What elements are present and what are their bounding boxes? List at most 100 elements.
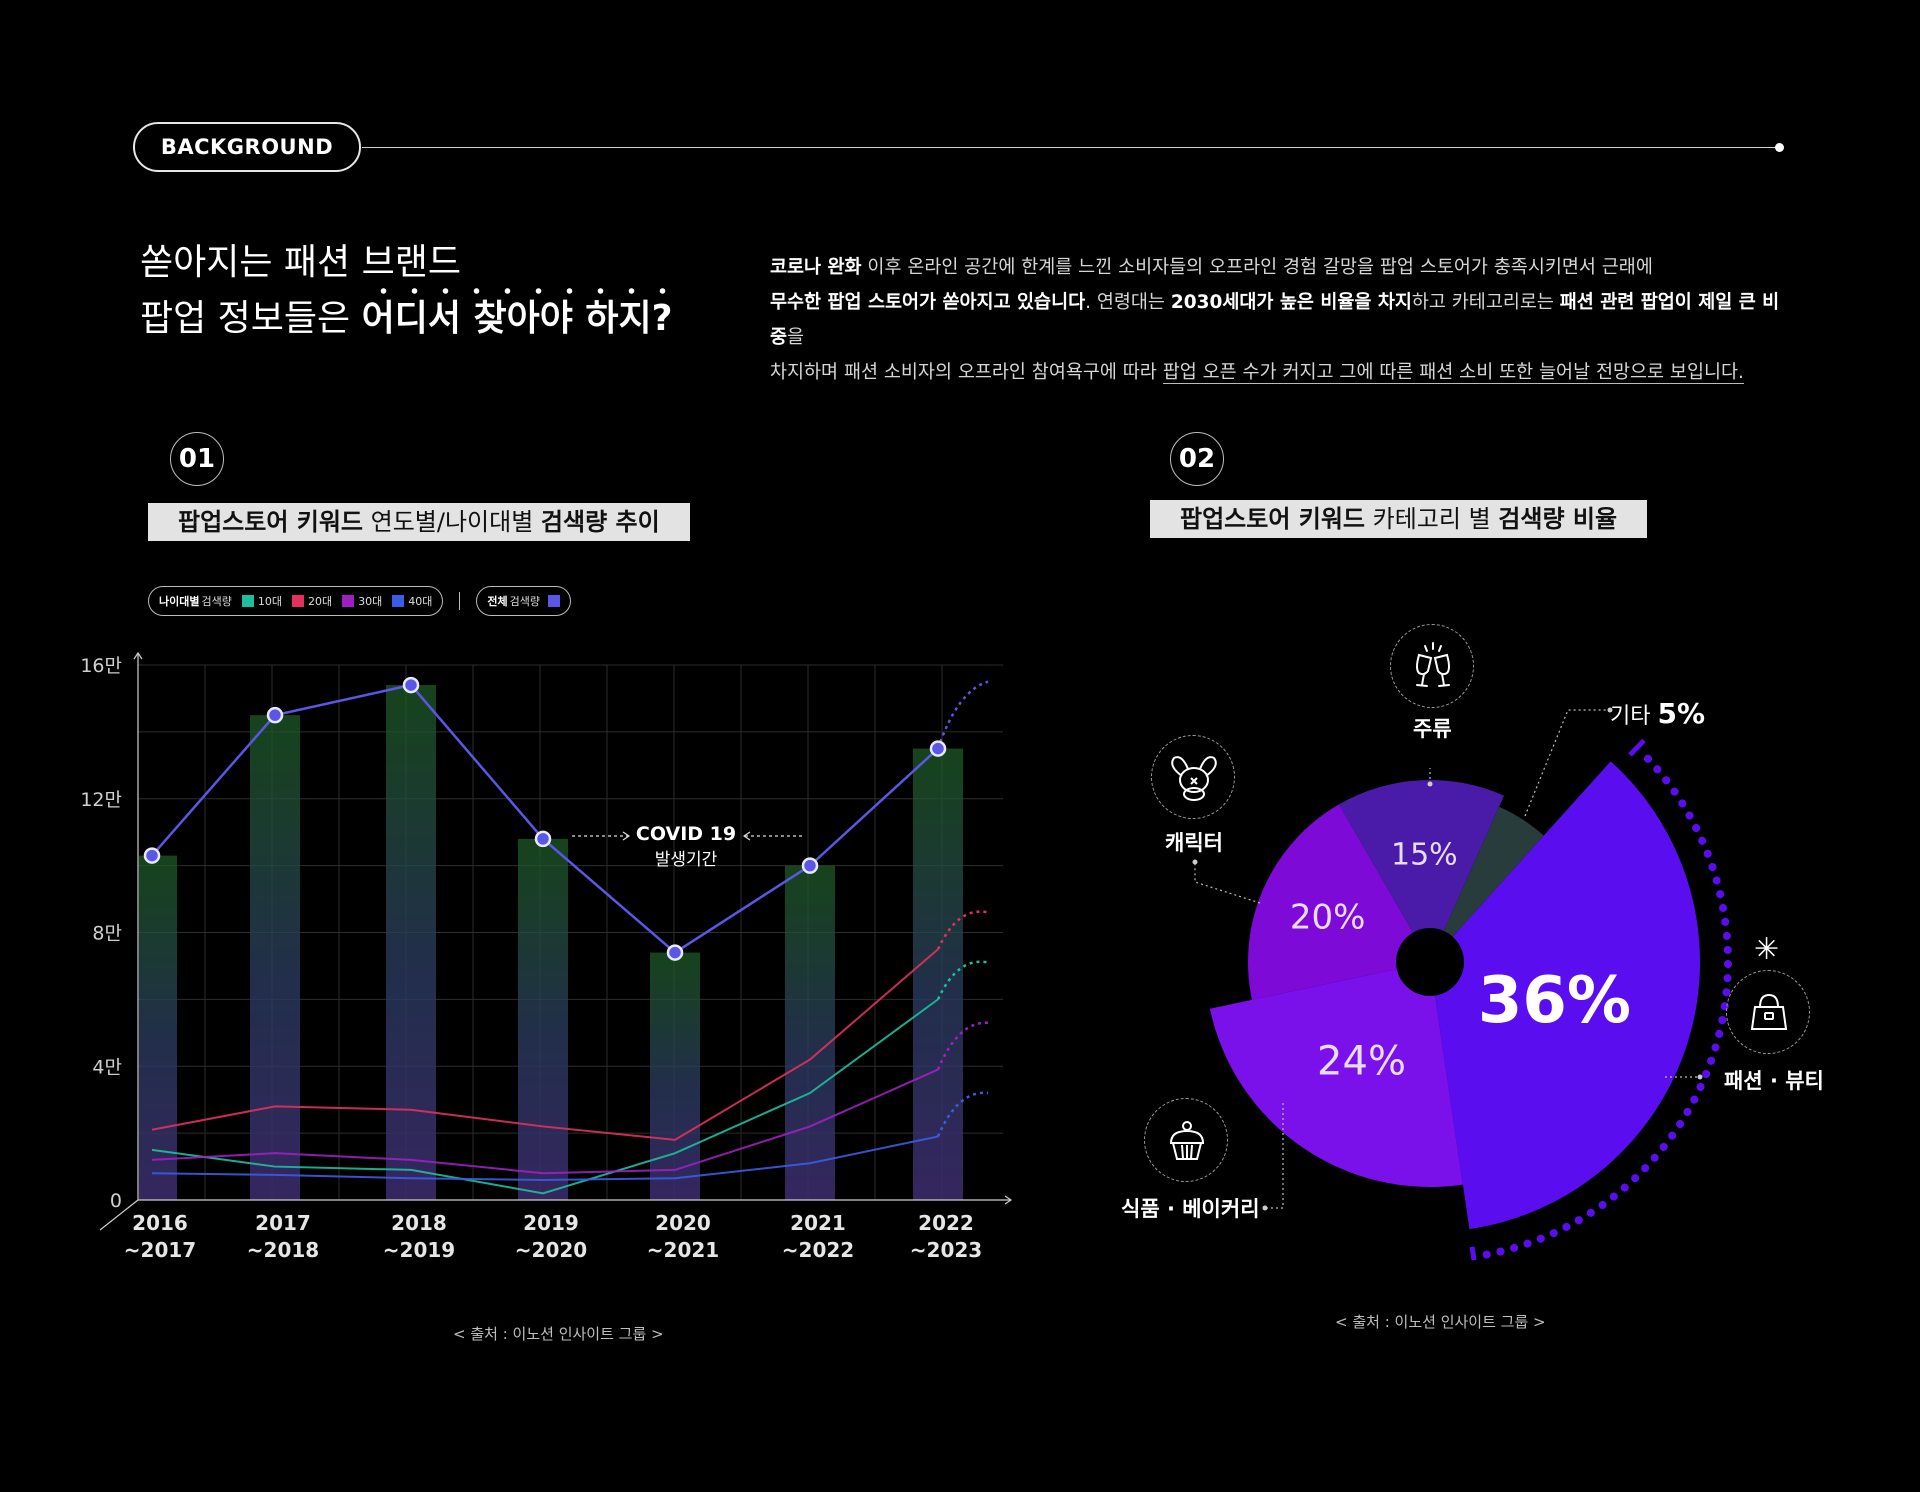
label-character: 캐릭터 xyxy=(1165,831,1223,855)
x-tick-label-sub: ~2020 xyxy=(515,1238,587,1262)
wine-glasses-glyph xyxy=(1416,642,1450,687)
wine-glasses-icon xyxy=(1390,624,1474,708)
section2-number: 02 xyxy=(1170,432,1224,486)
desc-text-4: 을 xyxy=(787,327,805,348)
legend-separator xyxy=(459,592,461,610)
total-point xyxy=(143,847,161,864)
headline-emphasis: 어디서 찾아야 하지? xyxy=(361,288,673,339)
legend-swatch-40s xyxy=(392,595,405,607)
leader-dot-character xyxy=(1192,859,1198,865)
covid-line2: 발생기간 xyxy=(655,850,718,870)
s2-title-text: 카테고리 별 xyxy=(1365,505,1499,533)
x-tick-label: 2020 xyxy=(655,1211,711,1235)
total-bar xyxy=(650,952,700,1200)
bunny-glyph xyxy=(1171,756,1217,801)
legend-swatch-teen xyxy=(241,595,254,607)
headline-line2: 팝업 정보들은 어디서 찾아야 하지? xyxy=(140,288,673,347)
chart-bars xyxy=(139,685,963,1200)
handbag-glyph xyxy=(1750,993,1788,1030)
headline-line1: 쏟아지는 패션 브랜드 xyxy=(140,242,461,283)
legend-40s: 40대 xyxy=(408,595,433,608)
header-rule xyxy=(362,147,1780,148)
chart-legend: 나이대별 검색량 10대 20대 30대 40대 전체 검색량 xyxy=(148,586,571,616)
line-chart: 0 4만 8만 12만 16만 2016 ~2017 2017 ~2018 2018 ~2019 20… xyxy=(80,651,1013,1262)
legend-teen: 10대 xyxy=(257,595,282,608)
headline: 쏟아지는 패션 브랜드 팝업 정보들은 어디서 찾아야 하지? xyxy=(140,235,673,347)
legend-age-bold: 나이대별 xyxy=(159,595,200,608)
legend-swatch-30s xyxy=(342,595,355,607)
total-bar xyxy=(250,715,300,1200)
pct-fashion: 36% xyxy=(1478,964,1631,1038)
total-point xyxy=(801,857,819,874)
pct-food: 24% xyxy=(1317,1039,1406,1085)
x-tick-label-sub: ~2021 xyxy=(647,1238,719,1262)
description: 코로나 완화 이후 온라인 공간에 한계를 느낀 소비자들의 오프라인 경험 갈… xyxy=(770,250,1790,390)
y-tick-label: 4만 xyxy=(92,1056,122,1078)
x-tick-label-sub: ~2017 xyxy=(124,1238,196,1262)
series-projection xyxy=(936,680,989,749)
x-tick-label: 2017 xyxy=(255,1211,311,1235)
desc-bold-3: 2030세대가 높은 비율을 차지 xyxy=(1170,292,1412,313)
leader-dot-liquor xyxy=(1427,781,1433,787)
sparkle-icon: ✳ xyxy=(1754,932,1780,967)
legend-swatch-total xyxy=(547,595,560,607)
bunny-icon xyxy=(1151,735,1235,819)
y-tick-label: 12만 xyxy=(80,789,122,811)
s1-title-bold1: 팝업스토어 키워드 xyxy=(178,508,363,536)
section2-title: 팝업스토어 키워드 카테고리 별 검색량 비율 xyxy=(1150,500,1648,538)
total-point xyxy=(534,830,552,848)
pie-center-hole xyxy=(1396,928,1464,996)
section1-number: 01 xyxy=(170,432,224,486)
x-tick-label-sub: ~2022 xyxy=(782,1238,854,1262)
label-food: 식품 · 베이커리 xyxy=(1121,1197,1260,1221)
desc-text-5: 차지하며 패션 소비자의 오프라인 참여욕구에 따라 xyxy=(770,362,1163,383)
pct-liquor: 15% xyxy=(1391,838,1458,873)
covid-line1: COVID 19 xyxy=(636,823,736,845)
y-tick-label: 8만 xyxy=(92,923,122,945)
headline-line2-bold: 어디서 찾아야 하지? xyxy=(361,298,673,339)
desc-text-1: 이후 온라인 공간에 한계를 느낀 소비자들의 오프라인 경험 갈망을 팝업 스… xyxy=(861,257,1653,278)
s2-title-bold1: 팝업스토어 키워드 xyxy=(1180,505,1365,533)
desc-line1: 코로나 완화 이후 온라인 공간에 한계를 느낀 소비자들의 오프라인 경험 갈… xyxy=(770,250,1790,285)
leader-dot-food xyxy=(1262,1205,1268,1211)
y-tick-label: 16만 xyxy=(80,655,122,677)
x-tick-label: 2021 xyxy=(790,1211,846,1235)
legend-30s: 30대 xyxy=(358,595,383,608)
desc-underlined: 팝업 오픈 수가 커지고 그에 따른 패션 소비 또한 늘어날 전망으로 보입니… xyxy=(1162,362,1744,384)
total-point xyxy=(266,706,284,724)
fashion-arc-tick-start xyxy=(1628,738,1646,757)
leader-character xyxy=(1194,862,1261,904)
x-tick-label: 2019 xyxy=(523,1211,579,1235)
leader-dot-fashion xyxy=(1697,1074,1703,1080)
total-point xyxy=(402,676,420,694)
x-tick-label: 2022 xyxy=(918,1211,974,1235)
x-tick-label-sub: ~2023 xyxy=(910,1238,982,1262)
total-bar xyxy=(785,865,835,1200)
x-tick-label: 2018 xyxy=(391,1211,447,1235)
legend-age-text: 검색량 xyxy=(201,595,232,608)
emphasis-dots xyxy=(361,288,673,294)
desc-text-3: 하고 카테고리로는 xyxy=(1411,292,1560,313)
label-other: 기타 5% xyxy=(1610,697,1705,730)
total-point xyxy=(666,944,684,961)
section1-title: 팝업스토어 키워드 연도별/나이대별 검색량 추이 xyxy=(148,503,690,541)
headline-line2-prefix: 팝업 정보들은 xyxy=(140,298,362,339)
legend-total: 전체 검색량 xyxy=(476,586,571,616)
legend-swatch-20s xyxy=(291,595,304,607)
x-tick-label: 2016 xyxy=(132,1211,188,1235)
label-other-text: 기타 xyxy=(1610,704,1651,729)
x-tick-label-sub: ~2019 xyxy=(383,1238,455,1262)
fashion-arc-tick-end xyxy=(1469,1246,1477,1260)
desc-text-2: . 연령대는 xyxy=(1085,292,1171,313)
legend-age: 나이대별 검색량 10대 20대 30대 40대 xyxy=(148,586,444,616)
s2-title-bold2: 검색량 비율 xyxy=(1498,505,1618,533)
handbag-icon xyxy=(1726,970,1810,1054)
total-bar xyxy=(386,685,436,1200)
label-liquor: 주류 xyxy=(1413,717,1452,741)
total-point xyxy=(929,740,947,757)
section2-source: < 출처 : 이노션 인사이트 그룹 > xyxy=(1335,1313,1546,1331)
desc-bold-1: 코로나 완화 xyxy=(770,257,862,278)
header-rule-dot xyxy=(1775,143,1784,152)
desc-line3: 차지하며 패션 소비자의 오프라인 참여욕구에 따라 팝업 오픈 수가 커지고 … xyxy=(770,355,1790,390)
y-tick-label: 0 xyxy=(110,1190,122,1212)
